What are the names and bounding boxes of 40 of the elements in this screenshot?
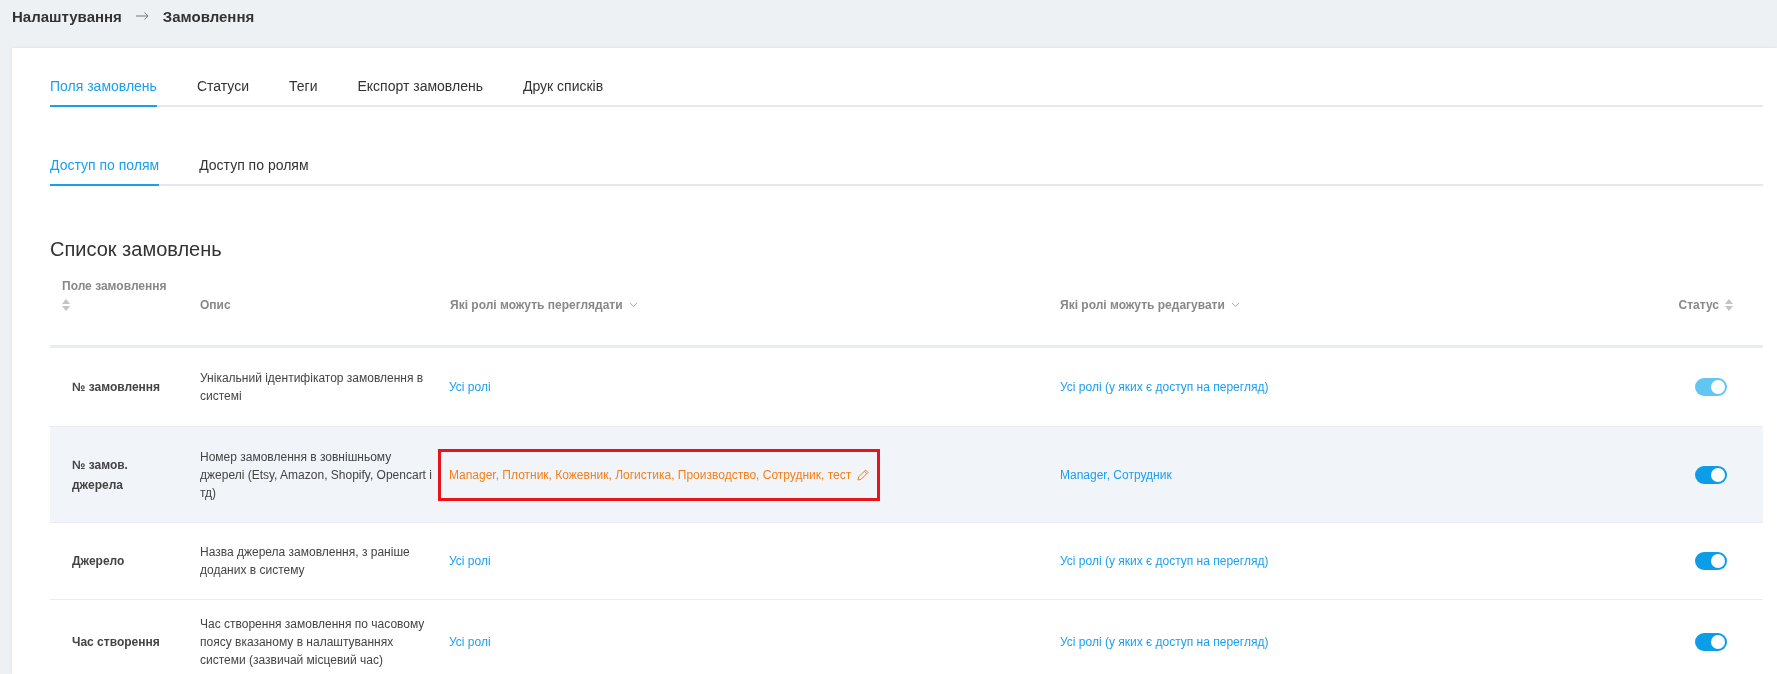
tab[interactable]: Статуси — [196, 66, 249, 107]
status-toggle[interactable] — [1695, 633, 1727, 651]
field-name: № замовлення — [71, 379, 161, 396]
chevron-down-icon[interactable] — [628, 302, 638, 308]
field-description: Час створення замовлення по часовому поясу вказаному в налаштуваннях системи (зазвичай місцевий час) — [200, 616, 426, 669]
status-toggle[interactable] — [1695, 552, 1727, 570]
tab[interactable]: Теги — [289, 66, 318, 107]
breadcrumb-item[interactable]: Налаштування — [12, 7, 122, 25]
pencil-icon[interactable] — [857, 468, 870, 481]
field-name: Джерело — [71, 553, 125, 570]
roles-link[interactable]: Усі ролі — [449, 552, 491, 570]
field-name: № замов. джерела — [71, 456, 129, 494]
roles-link[interactable]: Усі ролі (у яких є доступ на перегляд) — [1060, 378, 1269, 396]
roles-link[interactable]: Усі ролі (у яких є доступ на перегляд) — [1060, 552, 1269, 570]
tab[interactable]: Друк списків — [522, 66, 604, 107]
sort-icon[interactable] — [62, 299, 70, 311]
section-title: Список замовлень — [50, 238, 223, 261]
roles-link[interactable]: Усі ролі — [449, 633, 491, 651]
tab[interactable]: Доступ по полям — [50, 145, 160, 186]
roles-link[interactable]: Manager, Сотрудник — [1060, 465, 1172, 484]
column-title: Опис — [200, 298, 231, 312]
field-description: Унікальний ідентифікатор замовлення в системі — [200, 370, 425, 405]
arrow-right-icon — [135, 12, 149, 20]
tab[interactable]: Експорт замовлень — [357, 66, 483, 107]
field-name: Час створення — [71, 634, 160, 651]
column-title: Які ролі можуть редагувати — [1060, 298, 1225, 312]
tab[interactable]: Поля замовлень — [50, 66, 157, 107]
status-toggle[interactable] — [1695, 465, 1727, 484]
field-description: Номер замовлення в зовнішньому джерелі (Etsy, Amazon, Shopify, Opencart і тд) — [200, 448, 433, 502]
column-title: Статус — [1678, 298, 1719, 312]
breadcrumb-item: Замовлення — [162, 7, 255, 25]
column-title: Поле замовлення — [62, 279, 167, 293]
roles-link[interactable]: Усі ролі — [449, 378, 491, 396]
column-title: Які ролі можуть переглядати — [450, 298, 623, 312]
field-description: Назва джерела замовлення, з раніше доданих в систему — [200, 544, 411, 579]
sort-icon[interactable] — [1725, 299, 1733, 311]
roles-link[interactable]: Усі ролі (у яких є доступ на перегляд) — [1060, 633, 1269, 651]
roles-link[interactable]: Manager, Плотник, Кожевник, Логистика, Производство, Сотрудник, тест — [449, 465, 852, 484]
tab[interactable]: Доступ по ролям — [199, 145, 309, 186]
chevron-down-icon[interactable] — [1230, 302, 1240, 308]
